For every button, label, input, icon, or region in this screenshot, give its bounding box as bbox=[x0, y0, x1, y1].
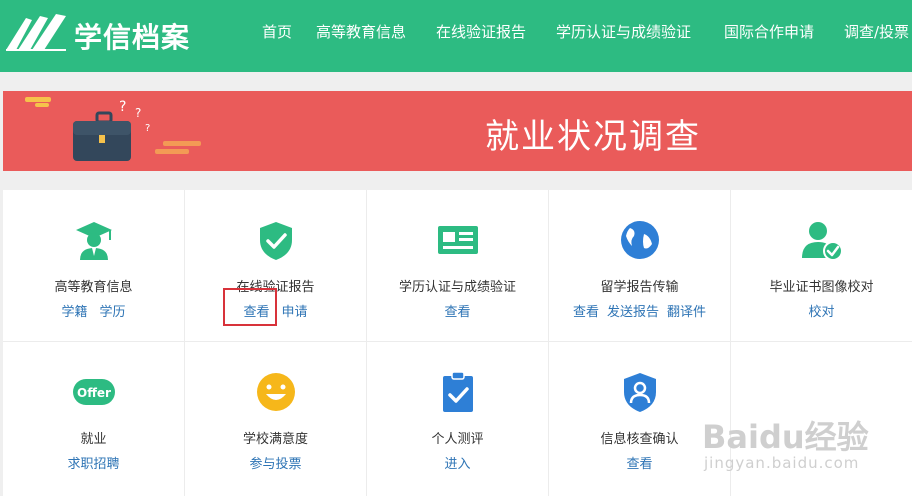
shield-check-icon bbox=[259, 222, 292, 260]
offer-icon: Offer bbox=[72, 379, 115, 405]
cell-title: 个人测评 bbox=[431, 432, 484, 447]
nav-online-verification[interactable]: 在线验证报告 bbox=[436, 21, 526, 42]
cell-title: 高等教育信息 bbox=[54, 280, 133, 295]
link-enter[interactable]: 进入 bbox=[444, 457, 470, 472]
link-apply-report[interactable]: 申请 bbox=[282, 305, 308, 320]
cell-links: 求职招聘 bbox=[3, 453, 184, 472]
cell-title: 学校满意度 bbox=[242, 432, 308, 447]
svg-text:?: ? bbox=[145, 123, 150, 134]
smiley-icon bbox=[256, 373, 295, 411]
cell-links: 查看 发送报告 翻译件 bbox=[549, 301, 730, 320]
user-check-icon bbox=[801, 222, 843, 261]
watermark-sub: jingyan.baidu.com bbox=[704, 454, 860, 472]
site-logo-text[interactable]: 学信档案 bbox=[74, 16, 190, 56]
cell-links: 查看 bbox=[367, 301, 548, 320]
link-enrollment[interactable]: 学籍 bbox=[61, 305, 87, 320]
nav-home[interactable]: 首页 bbox=[262, 21, 292, 42]
cell-links: 进入 bbox=[367, 453, 548, 472]
nav-international[interactable]: 国际合作申请 bbox=[724, 21, 814, 42]
survey-banner[interactable]: ? ? ? 就业状况调查 bbox=[3, 91, 912, 171]
cell-study-abroad-report: 留学报告传输 查看 发送报告 翻译件 bbox=[549, 190, 730, 341]
cell-links: 参与投票 bbox=[185, 453, 366, 472]
nav-higher-education[interactable]: 高等教育信息 bbox=[316, 21, 406, 42]
cell-diploma-image-check: 毕业证书图像校对 校对 bbox=[731, 190, 912, 341]
link-proofread[interactable]: 校对 bbox=[808, 305, 834, 320]
link-job-search[interactable]: 求职招聘 bbox=[67, 457, 119, 472]
cell-higher-education: 高等教育信息 学籍 学历 bbox=[3, 190, 184, 341]
link-send-report[interactable]: 发送报告 bbox=[607, 305, 659, 320]
top-header: 学信档案 首页 高等教育信息 在线验证报告 学历认证与成绩验证 国际合作申请 调… bbox=[0, 0, 912, 72]
graduate-icon bbox=[75, 222, 112, 260]
book-logo-icon[interactable] bbox=[4, 12, 68, 52]
nav-survey[interactable]: 调查/投票 bbox=[844, 21, 909, 42]
cell-title: 毕业证书图像校对 bbox=[769, 280, 874, 295]
link-view-info[interactable]: 查看 bbox=[626, 457, 652, 472]
briefcase-illustration-icon: ? ? ? bbox=[25, 97, 201, 161]
cell-title: 留学报告传输 bbox=[600, 280, 679, 295]
id-card-icon bbox=[437, 226, 478, 254]
cell-title: 学历认证与成绩验证 bbox=[398, 280, 516, 295]
link-view-certification[interactable]: 查看 bbox=[444, 305, 470, 320]
svg-text:?: ? bbox=[119, 99, 126, 115]
baidu-watermark: Baidu经验 jingyan.baidu.com bbox=[698, 410, 912, 496]
cell-school-satisfaction: 学校满意度 参与投票 bbox=[185, 342, 366, 493]
link-translation[interactable]: 翻译件 bbox=[667, 305, 706, 320]
cell-personal-assessment: 个人测评 进入 bbox=[367, 342, 548, 493]
cell-links: 校对 bbox=[731, 301, 912, 320]
nav-degree-certification[interactable]: 学历认证与成绩验证 bbox=[556, 21, 691, 42]
link-view-abroad[interactable]: 查看 bbox=[573, 305, 599, 320]
cell-title: 就业 bbox=[80, 432, 107, 447]
user-shield-icon bbox=[623, 373, 656, 412]
globe-icon bbox=[620, 221, 659, 259]
cell-links: 学籍 学历 bbox=[3, 301, 184, 320]
offer-badge-text: Offer bbox=[77, 386, 111, 400]
link-vote[interactable]: 参与投票 bbox=[249, 457, 301, 472]
cell-employment: Offer 就业 求职招聘 bbox=[3, 342, 184, 493]
highlight-box bbox=[223, 288, 277, 326]
clipboard-check-icon bbox=[442, 371, 473, 412]
banner-title: 就业状况调查 bbox=[485, 117, 701, 157]
watermark-main: Baidu经验 bbox=[702, 418, 869, 456]
svg-text:?: ? bbox=[135, 106, 141, 120]
link-degree[interactable]: 学历 bbox=[100, 305, 126, 320]
cell-degree-certification: 学历认证与成绩验证 查看 bbox=[367, 190, 548, 341]
